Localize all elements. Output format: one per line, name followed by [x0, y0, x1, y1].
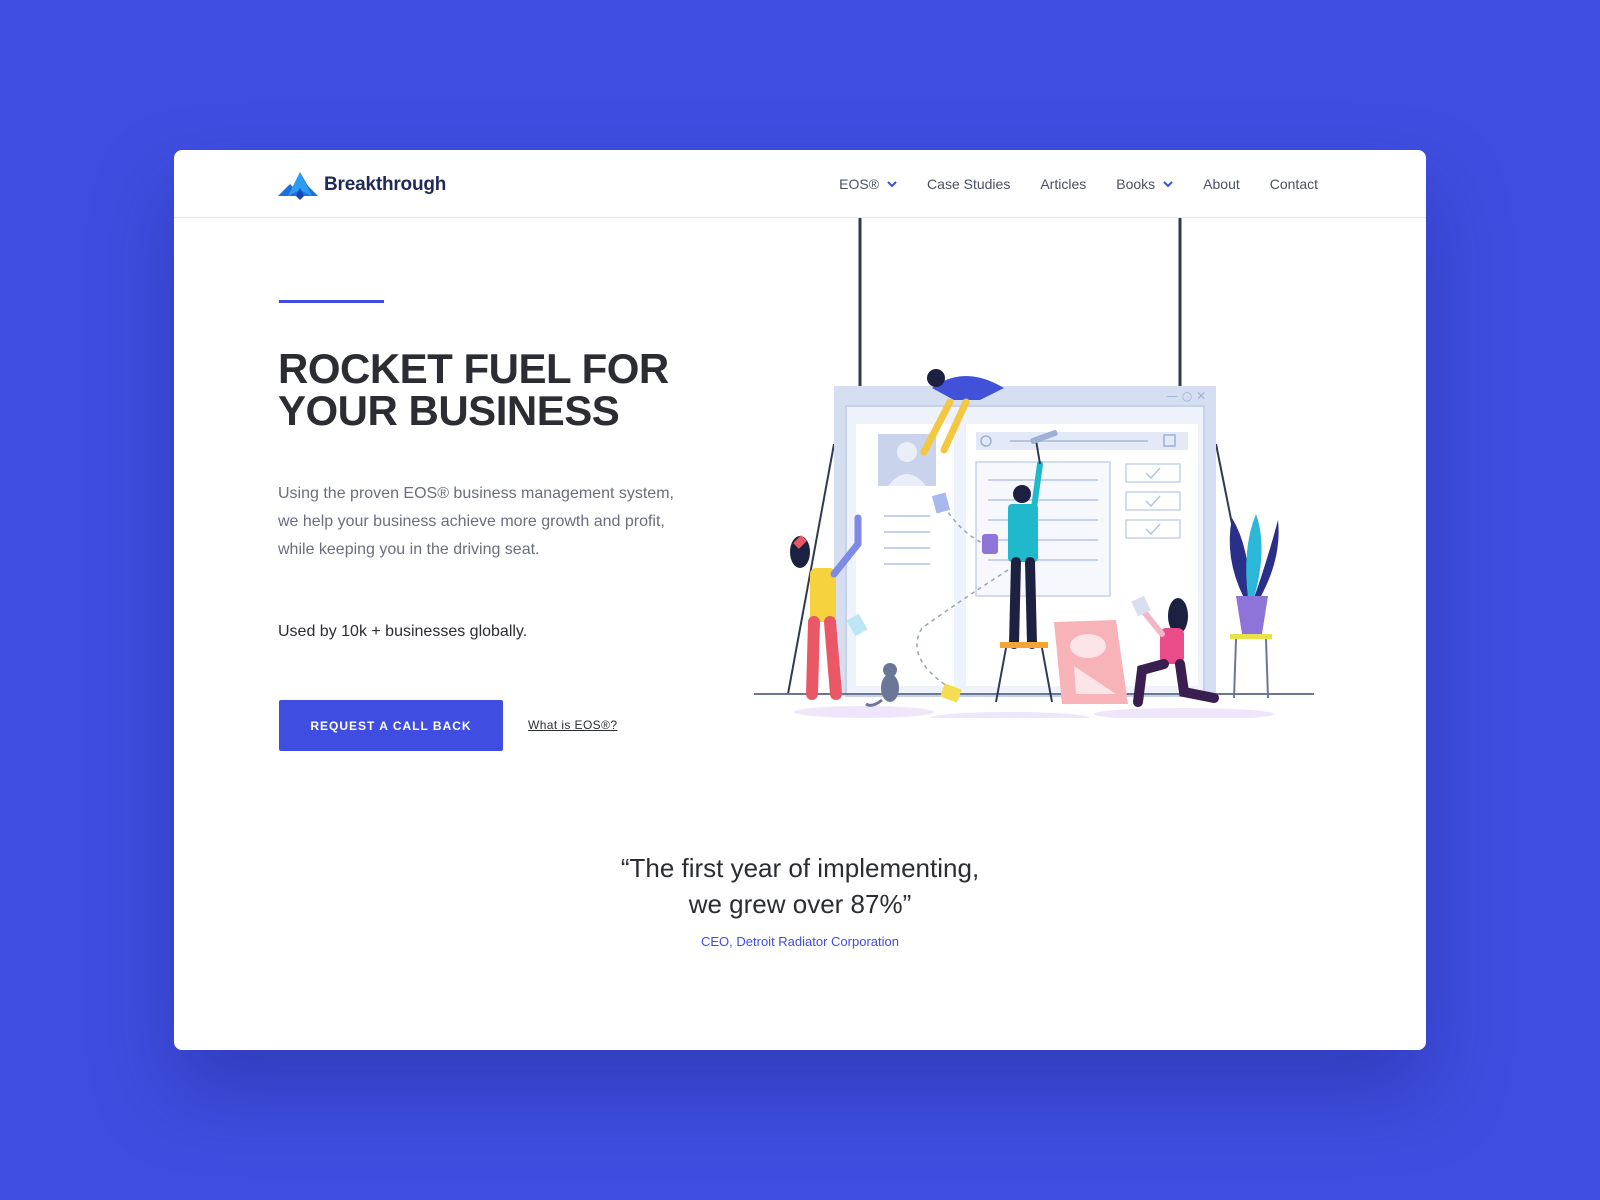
nav-item-label: EOS®: [839, 176, 880, 192]
main-nav: EOS® Case Studies Articles Books About C…: [839, 150, 1318, 218]
headline-line-1: ROCKET FUEL FOR: [278, 345, 669, 392]
nav-item-articles[interactable]: Articles: [1040, 176, 1086, 192]
quote-line-1: “The first year of implementing,: [620, 853, 980, 883]
nav-item-case-studies[interactable]: Case Studies: [927, 176, 1010, 192]
testimonial-attribution: CEO, Detroit Radiator Corporation: [701, 934, 899, 949]
nav-item-label: Articles: [1040, 176, 1087, 192]
testimonial-quote: “The first year of implementing, we grew…: [174, 850, 1426, 922]
nav-item-label: Books: [1116, 176, 1156, 192]
hero-intro: Using the proven EOS® business managemen…: [278, 485, 674, 558]
brand-logo[interactable]: Breakthrough: [278, 170, 446, 200]
request-call-back-button[interactable]: REQUEST A CALL BACK: [279, 700, 503, 751]
usage-statement: Used by 10k + businesses globally.: [278, 623, 528, 640]
brand-name: Breakthrough: [324, 174, 447, 195]
svg-text:— ○ ✕: — ○ ✕: [1166, 389, 1206, 403]
nav-item-label: Case Studies: [927, 176, 1011, 192]
mountain-peaks-icon: [278, 172, 318, 200]
chevron-down-icon: [887, 180, 897, 187]
top-navbar: Breakthrough EOS® Case Studies Articles …: [174, 150, 1426, 218]
accent-divider: [279, 300, 384, 303]
headline-line-2: YOUR BUSINESS: [278, 387, 620, 434]
nav-item-about[interactable]: About: [1203, 176, 1240, 192]
what-is-eos-link[interactable]: What is EOS®?: [528, 718, 617, 732]
hero-headline: ROCKET FUEL FOR YOUR BUSINESS: [278, 348, 718, 432]
nav-item-books[interactable]: Books: [1116, 176, 1173, 192]
nav-item-label: About: [1203, 176, 1240, 192]
quote-line-2: we grew over 87%”: [688, 889, 912, 919]
nav-item-label: Contact: [1269, 176, 1318, 192]
nav-item-contact[interactable]: Contact: [1270, 176, 1318, 192]
chevron-down-icon: [1163, 180, 1173, 187]
hero-illustration: — ○ ✕: [754, 218, 1314, 718]
browser-window: Breakthrough EOS® Case Studies Articles …: [174, 150, 1426, 1050]
nav-item-eos[interactable]: EOS®: [839, 176, 897, 192]
